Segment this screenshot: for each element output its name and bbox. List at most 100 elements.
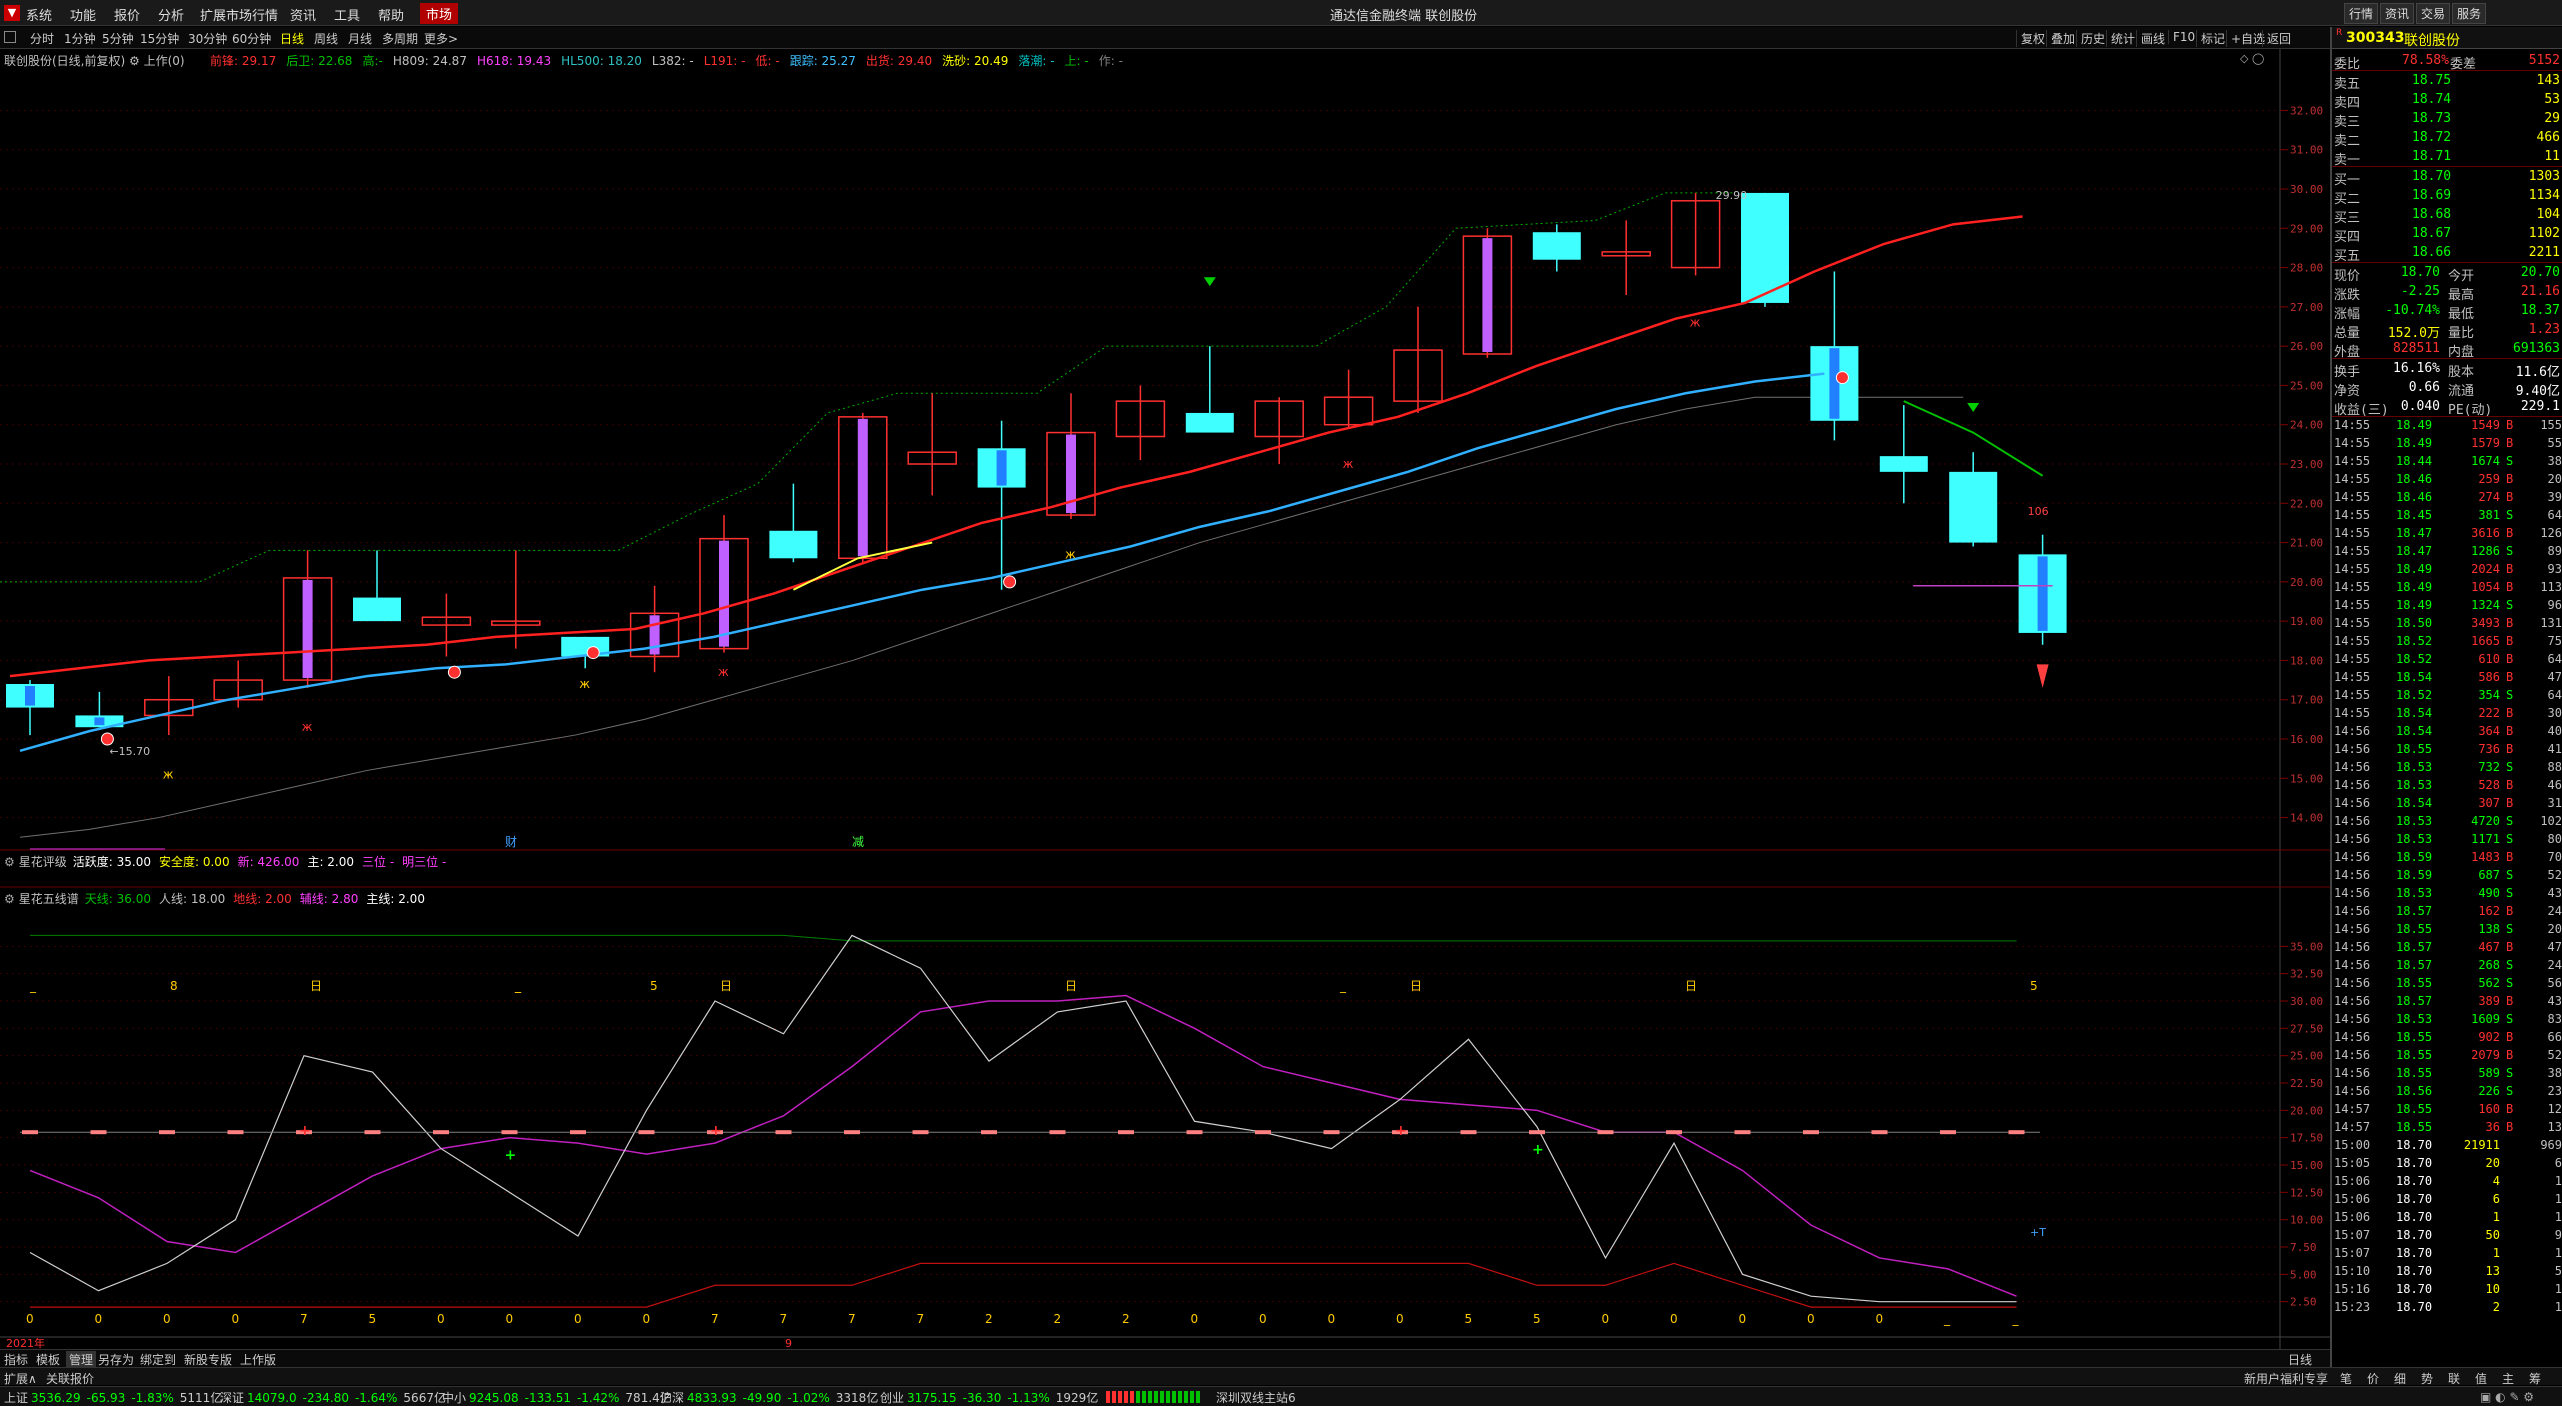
tick-count: 41 bbox=[2547, 742, 2562, 756]
period-button[interactable]: 多周期 bbox=[382, 30, 418, 47]
candle-highlight bbox=[94, 717, 105, 726]
y-tick-label: 30.00 bbox=[2290, 183, 2323, 196]
chart-tool-button[interactable]: 复权 bbox=[2016, 30, 2045, 47]
bottom-tab[interactable]: 管理 bbox=[66, 1351, 97, 1368]
tick-price: 18.53 bbox=[2396, 778, 2433, 792]
menu-item[interactable]: 资讯 bbox=[290, 5, 316, 24]
bottom-value-label: 0 bbox=[506, 1312, 514, 1326]
quote-detail-tab[interactable]: 主 bbox=[2502, 1370, 2514, 1387]
bottom-value-label: _ bbox=[1943, 1312, 1951, 1326]
index-item[interactable]: 沪深 4833.93 -49.90 -1.02% 3318亿 bbox=[660, 1389, 878, 1406]
title-button[interactable]: 交易 bbox=[2416, 3, 2451, 24]
signal-ball-icon bbox=[100, 732, 114, 746]
promo-link[interactable]: 新用户福利专享 bbox=[2244, 1370, 2328, 1387]
bottom-tab[interactable]: 模板 bbox=[36, 1351, 60, 1368]
period-button[interactable]: 周线 bbox=[314, 30, 338, 47]
quote-detail-tab[interactable]: 价 bbox=[2367, 1370, 2379, 1387]
y-tick-label: 20.00 bbox=[2290, 1104, 2323, 1117]
quote-row: 现价 18.70 今开 20.70 bbox=[2332, 263, 2562, 284]
period-button[interactable]: 日线 bbox=[280, 30, 304, 47]
period-button[interactable]: 月线 bbox=[348, 30, 372, 47]
chart-tool-button[interactable]: 返回 bbox=[2262, 30, 2291, 47]
quote-detail-tab[interactable]: 细 bbox=[2394, 1370, 2406, 1387]
title-button[interactable]: 行情 bbox=[2344, 3, 2379, 24]
tick-volume: 3616 bbox=[2471, 526, 2500, 540]
panel3-legend: ⚙ 星花五线谱 天线: 36.00 人线: 18.00 地线: 2.00 辅线: 2.80… bbox=[4, 890, 433, 907]
chart-tool-button[interactable]: 画线 bbox=[2136, 30, 2165, 47]
menu-item[interactable]: 工具 bbox=[334, 5, 360, 24]
bottom-tab[interactable]: 另存为 bbox=[98, 1351, 134, 1368]
buy-volume: 1102 bbox=[2528, 226, 2560, 241]
menu-item[interactable]: 扩展市场行情 bbox=[200, 5, 278, 24]
menu-item[interactable]: 功能 bbox=[70, 5, 96, 24]
tick-row: 15:23 18.70 2 1 bbox=[2332, 1299, 2562, 1317]
index-item[interactable]: 深证 14079.0 -234.80 -1.64% 5667亿 bbox=[220, 1389, 446, 1406]
chart-tool-button[interactable]: 统计 bbox=[2106, 30, 2135, 47]
expand-toggle[interactable]: 扩展∧ bbox=[4, 1370, 37, 1387]
window-toggle-icon[interactable] bbox=[4, 31, 16, 43]
chart-tool-button[interactable]: 标记 bbox=[2196, 30, 2225, 47]
menu-item[interactable]: 报价 bbox=[114, 5, 140, 24]
tick-row: 14:56 18.53 528 B 46 bbox=[2332, 777, 2562, 795]
tick-side: S bbox=[2506, 1084, 2514, 1098]
y-tick-label: 20.00 bbox=[2290, 576, 2323, 589]
period-button[interactable]: 1分钟 bbox=[64, 30, 96, 47]
stat-value: 21.16 bbox=[2520, 284, 2560, 299]
quote-detail-tab[interactable]: 联 bbox=[2448, 1370, 2460, 1387]
tick-side: B bbox=[2506, 724, 2514, 738]
status-icons[interactable]: ▣ ◐ ✎ ⚙ bbox=[2480, 1390, 2534, 1404]
title-button[interactable]: 资讯 bbox=[2380, 3, 2415, 24]
period-button[interactable]: 30分钟 bbox=[188, 30, 227, 47]
period-button[interactable]: 5分钟 bbox=[102, 30, 134, 47]
tick-price: 18.54 bbox=[2396, 796, 2433, 810]
quote-detail-tab[interactable]: 笔 bbox=[2340, 1370, 2352, 1387]
quote-detail-tab[interactable]: 值 bbox=[2475, 1370, 2487, 1387]
tick-time: 15:05 bbox=[2334, 1156, 2371, 1170]
chart-tool-button[interactable]: +自选 bbox=[2226, 30, 2265, 47]
tick-time: 14:55 bbox=[2334, 598, 2371, 612]
panel2-value: 主: 2.00 bbox=[307, 855, 355, 869]
y-tick-label: 35.00 bbox=[2290, 940, 2323, 953]
chart-tool-button[interactable]: F10 bbox=[2168, 30, 2195, 44]
panel-gear-icon[interactable]: ⚙ bbox=[4, 855, 15, 869]
bottom-tab[interactable]: 绑定到 bbox=[140, 1351, 176, 1368]
menu-item[interactable]: 系统 bbox=[26, 5, 52, 24]
period-button[interactable]: 分时 bbox=[30, 30, 54, 47]
chart-tool-button[interactable]: 历史 bbox=[2076, 30, 2105, 47]
chart-area[interactable]: 联创股份(日线,前复权) ⚙ 上作(0) 前锋: 29.17 后卫: 22.68 高… bbox=[0, 49, 2330, 1349]
tick-count: 52 bbox=[2547, 1048, 2562, 1062]
index-item[interactable]: 中小 9245.08 -133.51 -1.42% 781.4亿 bbox=[442, 1389, 672, 1406]
tick-count: 55 bbox=[2547, 436, 2562, 450]
quote-detail-tab[interactable]: 势 bbox=[2421, 1370, 2433, 1387]
y-tick-label: 21.00 bbox=[2290, 537, 2323, 550]
menu-market[interactable]: 市场 bbox=[420, 3, 459, 24]
tick-side: B bbox=[2506, 778, 2514, 792]
quote-detail-tab[interactable]: 筹 bbox=[2529, 1370, 2541, 1387]
tick-count: 12 bbox=[2547, 1102, 2562, 1116]
stat-value: 16.16% bbox=[2393, 361, 2440, 376]
bottom-value-label: 0 bbox=[1259, 1312, 1267, 1326]
index-item[interactable]: 创业 3175.15 -36.30 -1.13% 1929亿 bbox=[880, 1389, 1098, 1406]
menu-item[interactable]: 分析 bbox=[158, 5, 184, 24]
panel-gear-icon[interactable]: ⚙ bbox=[4, 892, 15, 906]
bottom-tab[interactable]: 指标 bbox=[4, 1351, 28, 1368]
tick-time: 14:55 bbox=[2334, 706, 2371, 720]
bottom-tab[interactable]: 上作版 bbox=[240, 1351, 276, 1368]
menu-item[interactable]: 帮助 bbox=[378, 5, 404, 24]
index-item[interactable]: 上证 3536.29 -65.93 -1.83% 5111亿 bbox=[4, 1389, 222, 1406]
period-button[interactable]: 60分钟 bbox=[232, 30, 271, 47]
tick-time: 14:55 bbox=[2334, 670, 2371, 684]
bottom-tab[interactable]: 新股专版 bbox=[184, 1351, 232, 1368]
candle-body bbox=[769, 530, 818, 559]
tick-row: 14:56 18.55 589 S 38 bbox=[2332, 1065, 2562, 1083]
related-quote-tab[interactable]: 关联报价 bbox=[46, 1370, 94, 1387]
title-button[interactable]: 服务 bbox=[2452, 3, 2487, 24]
sell-price: 18.72 bbox=[2412, 130, 2452, 145]
period-button[interactable]: 15分钟 bbox=[140, 30, 179, 47]
chart-tool-button[interactable]: 叠加 bbox=[2046, 30, 2075, 47]
breadth-bar bbox=[1160, 1391, 1164, 1403]
period-button[interactable]: 更多> bbox=[424, 30, 458, 47]
tick-price: 18.57 bbox=[2396, 904, 2433, 918]
tick-volume: 1324 bbox=[2471, 598, 2500, 612]
renxian-dash bbox=[844, 1130, 860, 1135]
